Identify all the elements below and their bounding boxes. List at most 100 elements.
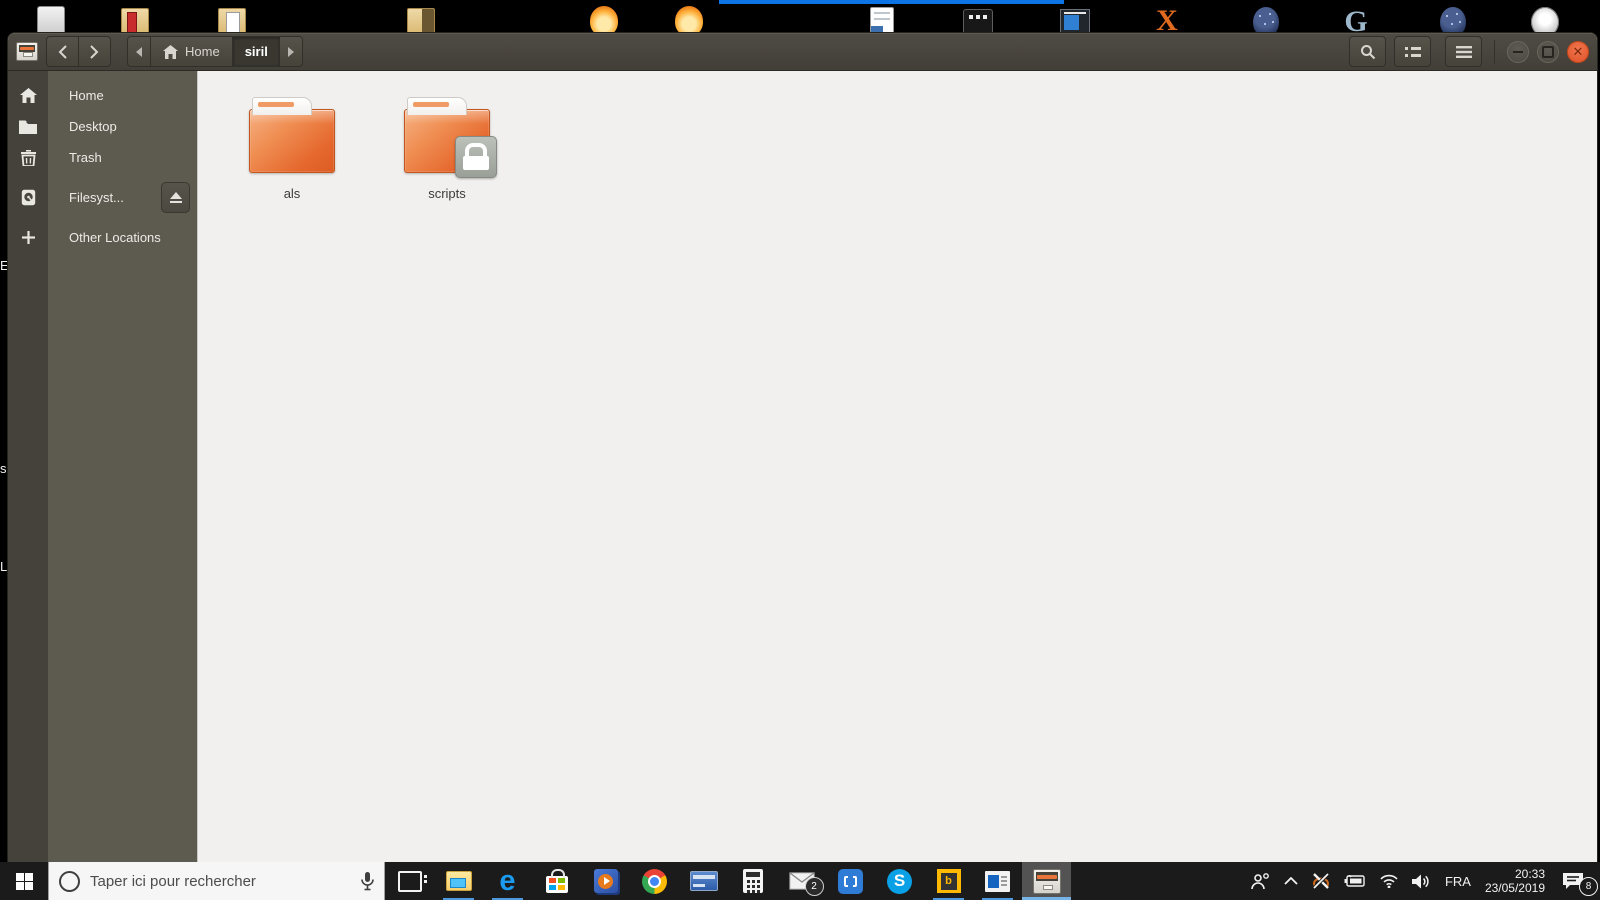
forward-button[interactable] xyxy=(79,36,111,67)
sidebar-item-desktop[interactable]: Desktop xyxy=(8,111,197,142)
films-tv-icon xyxy=(593,869,618,893)
windows-logo-icon xyxy=(15,872,33,890)
show-hidden-icons-button[interactable] xyxy=(1277,862,1305,900)
connect-icon xyxy=(838,868,863,894)
files-app-button[interactable] xyxy=(1022,862,1071,900)
sidebar-item-label: Other Locations xyxy=(69,230,161,245)
path-home-button[interactable]: Home xyxy=(151,37,233,66)
lock-emblem-icon xyxy=(455,136,497,178)
headerbar-separator xyxy=(1494,39,1495,64)
folder-manila-icon[interactable] xyxy=(404,6,438,33)
connect-button[interactable] xyxy=(826,862,875,900)
microsoft-store-button[interactable] xyxy=(532,862,581,900)
remote-keyboard-button[interactable] xyxy=(679,862,728,900)
path-current-label: siril xyxy=(244,44,268,59)
view-toggle-button[interactable] xyxy=(1394,36,1431,67)
path-scroll-left-button[interactable] xyxy=(128,37,151,66)
folder-item-als[interactable]: als xyxy=(232,97,352,862)
window-app-icon[interactable] xyxy=(1058,6,1092,33)
edge-icon: e xyxy=(499,864,516,897)
back-button[interactable] xyxy=(46,36,79,67)
battery-icon xyxy=(1344,875,1365,887)
people-button[interactable] xyxy=(1243,862,1277,900)
folder-icon xyxy=(8,120,48,134)
taskbar-apps: e 2 S b xyxy=(385,862,1071,900)
window-accent-bar xyxy=(719,0,1064,4)
action-center-button[interactable]: 8 xyxy=(1555,862,1600,900)
sidebar-item-label: Desktop xyxy=(69,119,117,134)
x-server-tray-button[interactable] xyxy=(1305,862,1337,900)
path-scroll-right-button[interactable] xyxy=(279,37,302,66)
news-button[interactable] xyxy=(973,862,1022,900)
start-button[interactable] xyxy=(0,862,48,900)
x-server-icon[interactable]: X xyxy=(1150,6,1184,34)
path-current-button[interactable]: siril xyxy=(232,37,280,66)
language-indicator[interactable]: FRA xyxy=(1438,862,1478,900)
wifi-button[interactable] xyxy=(1373,862,1405,900)
terminal-dark-icon[interactable] xyxy=(961,6,995,33)
clock[interactable]: 20:33 23/05/2019 xyxy=(1478,862,1555,900)
sidebar-item-trash[interactable]: Trash xyxy=(8,142,197,173)
mail-button[interactable]: 2 xyxy=(777,862,826,900)
folder-icon xyxy=(404,97,497,178)
eject-button[interactable] xyxy=(161,182,190,213)
calculator-icon xyxy=(742,869,763,893)
system-tray: FRA 20:33 23/05/2019 8 xyxy=(1243,862,1600,900)
volume-button[interactable] xyxy=(1405,862,1438,900)
sidebar-item-filesystem[interactable]: Filesyst... xyxy=(8,182,197,213)
minimize-button[interactable] xyxy=(1507,40,1529,63)
skype-button[interactable]: S xyxy=(875,862,924,900)
folder-red-book-icon[interactable] xyxy=(118,6,152,33)
microphone-icon[interactable] xyxy=(361,871,374,891)
planetarium-orb-icon[interactable] xyxy=(1249,6,1283,33)
document-blue-icon[interactable] xyxy=(865,6,899,33)
edge-button[interactable]: e xyxy=(483,862,532,900)
sidebar-item-other-locations[interactable]: Other Locations xyxy=(8,222,197,253)
folder-icon xyxy=(249,97,335,173)
close-button[interactable]: ✕ xyxy=(1567,40,1589,63)
folder-name: scripts xyxy=(428,186,466,201)
chevron-right-icon xyxy=(287,46,294,57)
sidebar-item-label: Filesyst... xyxy=(69,190,124,205)
recycle-bin-icon[interactable] xyxy=(34,6,68,33)
bing-button[interactable]: b xyxy=(924,862,973,900)
battery-button[interactable] xyxy=(1337,862,1373,900)
web-sphere-icon[interactable] xyxy=(1528,6,1562,33)
sidebar-item-label: Home xyxy=(69,88,104,103)
drive-icon xyxy=(8,189,48,206)
cortana-circle-icon xyxy=(59,870,80,892)
path-home-label: Home xyxy=(185,44,220,59)
planetarium-orb-icon-2[interactable] xyxy=(1436,6,1470,33)
close-icon: ✕ xyxy=(1572,44,1584,59)
notification-badge: 8 xyxy=(1579,877,1598,896)
menu-button[interactable] xyxy=(1445,36,1482,67)
file-view: als scripts xyxy=(198,71,1597,862)
search-icon xyxy=(1360,44,1375,59)
fire-avatar-icon[interactable] xyxy=(587,6,621,33)
fire-list-icon[interactable] xyxy=(672,6,706,33)
minimize-icon xyxy=(1513,50,1523,53)
history-nav xyxy=(46,36,111,67)
folder-documents-icon[interactable] xyxy=(215,6,249,33)
people-icon xyxy=(1251,872,1269,889)
clipped-desktop-label: E xyxy=(0,258,8,273)
maximize-button[interactable] xyxy=(1537,40,1559,63)
tray-date: 23/05/2019 xyxy=(1484,881,1545,895)
file-explorer-button[interactable] xyxy=(434,862,483,900)
news-icon xyxy=(985,870,1010,892)
search-placeholder-text: Taper ici pour rechercher xyxy=(90,872,256,890)
sidebar-item-home[interactable]: Home xyxy=(8,80,197,111)
folder-item-scripts[interactable]: scripts xyxy=(387,97,507,862)
home-icon xyxy=(8,88,48,103)
task-view-button[interactable] xyxy=(385,862,434,900)
sidebar-item-label: Trash xyxy=(69,150,102,165)
g-letter-app-icon[interactable]: G xyxy=(1339,6,1373,34)
folder-name: als xyxy=(283,186,301,201)
home-icon xyxy=(163,44,178,59)
chrome-button[interactable] xyxy=(630,862,679,900)
calculator-button[interactable] xyxy=(728,862,777,900)
desktop-icons-strip: X G xyxy=(0,0,1600,33)
taskbar-search-input[interactable]: Taper ici pour rechercher xyxy=(48,862,385,900)
search-button[interactable] xyxy=(1349,36,1386,67)
films-tv-button[interactable] xyxy=(581,862,630,900)
